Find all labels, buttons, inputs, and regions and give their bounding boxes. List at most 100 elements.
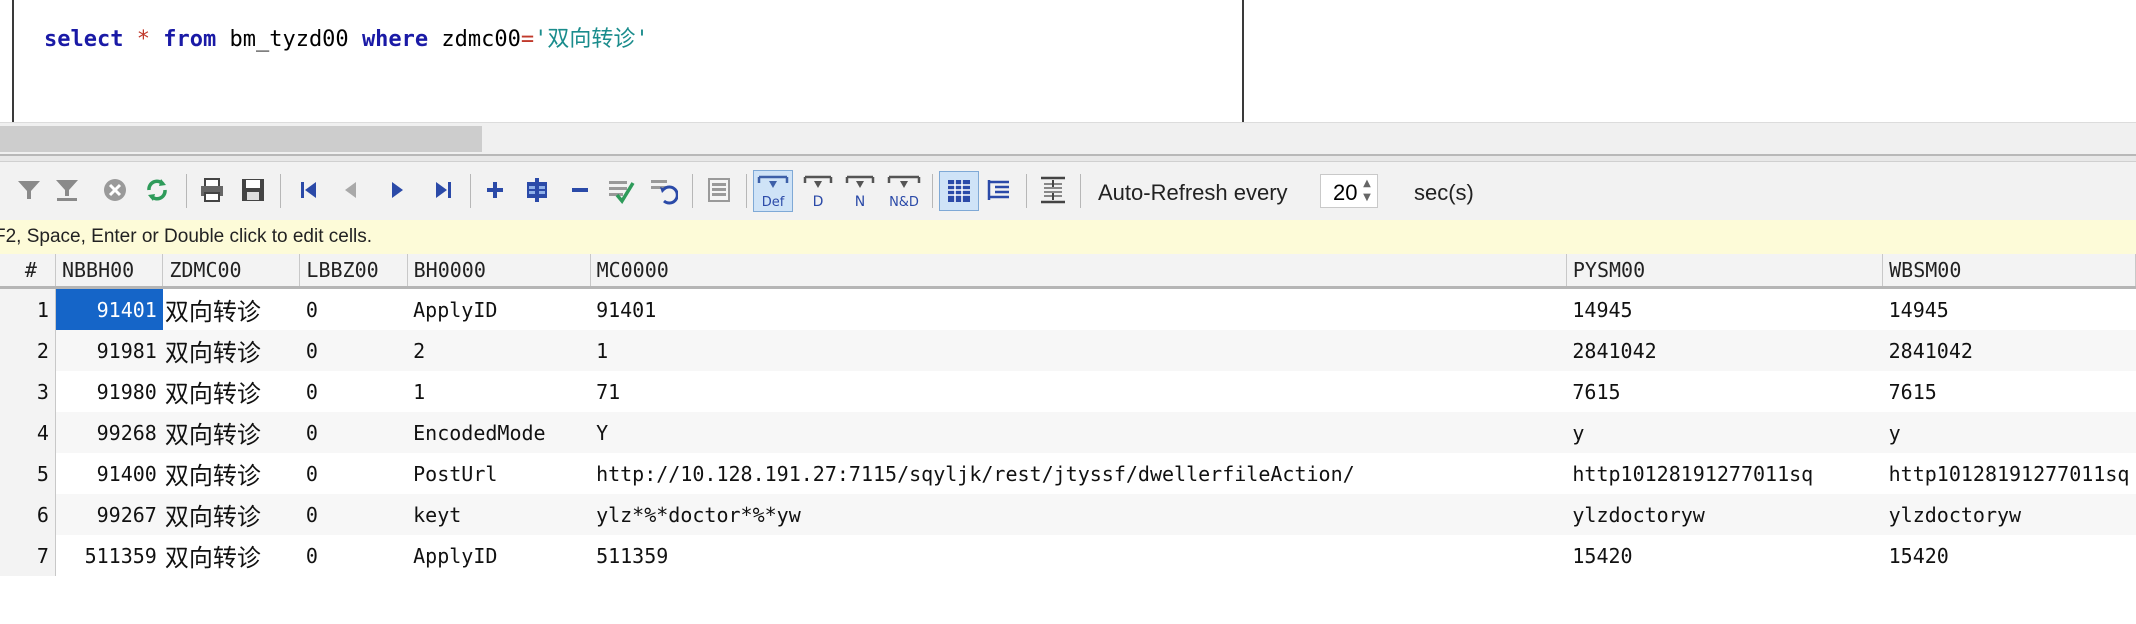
save-icon[interactable] [236,173,270,207]
cell-lbbz00[interactable]: 0 [299,412,408,453]
filter-clear-icon[interactable] [50,173,84,207]
cell-nbbh00[interactable]: 91980 [55,371,163,412]
cell-mc0000[interactable]: Y [590,412,1567,453]
row-number[interactable]: 3 [0,371,56,412]
refresh-icon[interactable] [140,173,174,207]
chevron-down-icon[interactable]: ▼ [1359,191,1375,205]
row-number[interactable]: 7 [0,535,56,576]
cell-nbbh00[interactable]: 511359 [55,535,163,576]
row-number[interactable]: 4 [0,412,56,453]
cell-zdmc00[interactable]: 双向转诊 [162,535,300,576]
row-number[interactable]: 2 [0,330,56,371]
cell-nbbh00[interactable]: 91401 [55,287,163,330]
prev-record-icon[interactable] [334,173,368,207]
delete-row-icon[interactable] [563,173,597,207]
insert-row-icon[interactable] [478,173,512,207]
cancel-icon[interactable] [98,173,132,207]
cell-mc0000[interactable]: 511359 [590,535,1567,576]
column-header-zdmc00[interactable]: ZDMC00 [162,254,301,289]
cell-nbbh00[interactable]: 99268 [55,412,163,453]
column-header-pysm00[interactable]: PYSM00 [1566,254,1884,289]
cell-wbsm00[interactable]: y [1882,412,2136,453]
result-grid[interactable]: # NBBH00 ZDMC00 LBBZ00 BH0000 MC0000 PYS… [0,254,2136,576]
column-header-wbsm00[interactable]: WBSM00 [1882,254,2136,289]
sql-editor[interactable]: select * from bm_tyzd00 where zdmc00='双向… [0,0,1244,122]
cell-zdmc00[interactable]: 双向转诊 [162,287,300,330]
cell-bh0000[interactable]: PostUrl [407,453,591,494]
column-header-lbbz00[interactable]: LBBZ00 [299,254,408,289]
horizontal-scrollbar[interactable] [0,122,2136,155]
cell-bh0000[interactable]: 2 [407,330,591,371]
refresh-interval-value[interactable]: 20 [1333,180,1357,206]
cancel-edit-icon[interactable] [646,173,680,207]
cell-lbbz00[interactable]: 0 [299,453,408,494]
table-row[interactable]: 4 99268 双向转诊 0 EncodedMode Yy y [0,412,2136,453]
cell-lbbz00[interactable]: 0 [299,287,408,330]
post-edit-icon[interactable] [603,173,637,207]
cell-mc0000[interactable]: http://10.128.191.27:7115/sqyljk/rest/jt… [590,453,1567,494]
cell-nbbh00[interactable]: 91981 [55,330,163,371]
cell-wbsm00[interactable]: ylzdoctoryw [1882,494,2136,535]
column-header-mc0000[interactable]: MC0000 [590,254,1567,289]
table-row[interactable]: 1 91401 双向转诊 0 ApplyID 91401 14945 14945 [0,287,2136,330]
row-number[interactable]: 5 [0,453,56,494]
column-header-rownum[interactable]: # [0,254,56,289]
cell-bh0000[interactable]: keyt [407,494,591,535]
cell-lbbz00[interactable]: 0 [299,330,408,371]
column-header-bh0000[interactable]: BH0000 [407,254,591,289]
cell-nbbh00[interactable]: 91400 [55,453,163,494]
duplicate-row-icon[interactable] [520,173,554,207]
cell-zdmc00[interactable]: 双向转诊 [162,330,300,371]
set-empty-icon[interactable]: N [842,170,878,212]
set-null-icon[interactable]: D [800,170,836,212]
row-number[interactable]: 6 [0,494,56,535]
cell-wbsm00[interactable]: 2841042 [1882,330,2136,371]
table-row[interactable]: 2 91981 双向转诊 0 2 1 2841042 2841042 [0,330,2136,371]
next-record-icon[interactable] [380,173,414,207]
cell-pysm00[interactable]: 14945 [1566,287,1883,330]
cell-pysm00[interactable]: y [1566,412,1883,453]
cell-bh0000[interactable]: ApplyID [407,535,591,576]
fit-columns-icon[interactable] [1036,173,1070,207]
cell-lbbz00[interactable]: 0 [299,371,408,412]
cell-nbbh00[interactable]: 99267 [55,494,163,535]
filter-icon[interactable] [12,173,46,207]
cell-lbbz00[interactable]: 0 [299,494,408,535]
cell-pysm00[interactable]: http10128191277011sq [1566,453,1883,494]
cell-pysm00[interactable]: 7615 [1566,371,1883,412]
table-row[interactable]: 7 511359 双向转诊 0 ApplyID 511359 15420 15420 [0,535,2136,576]
row-number[interactable]: 1 [0,287,56,330]
cell-mc0000[interactable]: ylz*%*doctor*%*yw [590,494,1567,535]
cell-wbsm00[interactable]: http10128191277011sq [1882,453,2136,494]
cell-zdmc00[interactable]: 双向转诊 [162,453,300,494]
cell-lbbz00[interactable]: 0 [299,535,408,576]
cell-pysm00[interactable]: ylzdoctoryw [1566,494,1883,535]
set-null-default-icon[interactable]: N&D [884,170,924,212]
cell-bh0000[interactable]: EncodedMode [407,412,591,453]
last-record-icon[interactable] [426,173,460,207]
cell-wbsm00[interactable]: 14945 [1882,287,2136,330]
cell-pysm00[interactable]: 15420 [1566,535,1883,576]
refresh-interval-spinner[interactable]: 20 ▲ ▼ [1320,174,1378,208]
cell-zdmc00[interactable]: 双向转诊 [162,494,300,535]
cell-zdmc00[interactable]: 双向转诊 [162,412,300,453]
column-header-nbbh00[interactable]: NBBH00 [55,254,164,289]
cell-mc0000[interactable]: 91401 [590,287,1567,330]
grid-view-icon[interactable] [939,171,979,211]
chevron-up-icon[interactable]: ▲ [1359,177,1375,191]
scrollbar-thumb[interactable] [0,126,482,152]
sql-statement[interactable]: select * from bm_tyzd00 where zdmc00='双向… [44,22,649,58]
cell-bh0000[interactable]: ApplyID [407,287,591,330]
print-icon[interactable] [195,173,229,207]
cell-bh0000[interactable]: 1 [407,371,591,412]
cell-pysm00[interactable]: 2841042 [1566,330,1883,371]
table-row[interactable]: 6 99267 双向转诊 0 keyt ylz*%*doctor*%*yw ylzdocto… [0,494,2136,535]
table-row[interactable]: 5 91400 双向转诊 0 PostUrl http://10.128.191.27:7… [0,453,2136,494]
first-record-icon[interactable] [292,173,326,207]
cell-mc0000[interactable]: 71 [590,371,1567,412]
cell-mc0000[interactable]: 1 [590,330,1567,371]
set-default-icon[interactable]: Def [753,170,793,212]
form-view-icon[interactable] [982,173,1016,207]
pane-splitter[interactable] [0,154,2136,162]
cell-zdmc00[interactable]: 双向转诊 [162,371,300,412]
